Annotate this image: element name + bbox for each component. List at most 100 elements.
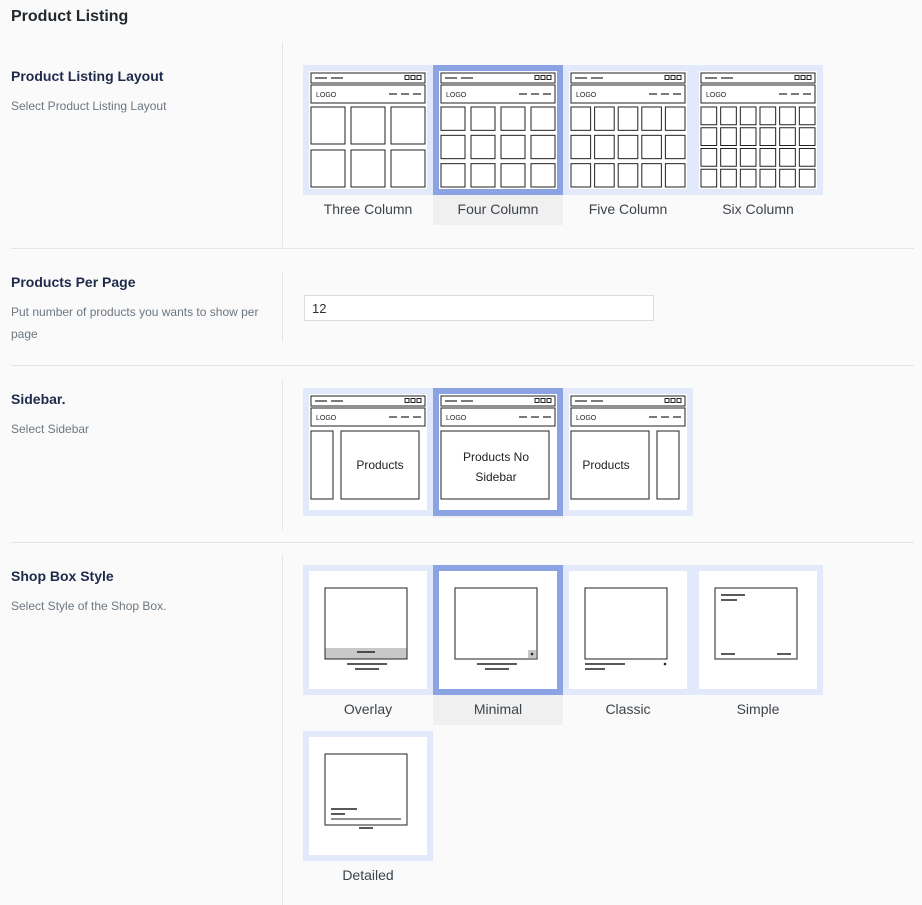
browser-bar — [570, 72, 686, 84]
product-cell — [759, 168, 777, 188]
option-thumbnail — [454, 587, 538, 670]
product-cell — [664, 134, 686, 160]
option-thumbnail: LOGO — [440, 72, 556, 188]
product-cell — [759, 127, 777, 146]
products-block — [440, 430, 550, 500]
product-cell — [530, 134, 556, 160]
sidebar-block — [310, 430, 334, 500]
option-frame — [693, 565, 823, 695]
product-cell — [390, 149, 426, 188]
browser-bar — [700, 72, 816, 84]
product-cell — [798, 127, 816, 146]
shop-box-option-classic[interactable]: Classic — [563, 565, 693, 725]
product-cell — [759, 148, 777, 167]
browser-bar — [440, 395, 556, 407]
page-title: Product Listing — [11, 8, 129, 25]
option-label: Classic — [605, 701, 651, 717]
shop-box-option-detailed[interactable]: Detailed — [303, 731, 433, 891]
shop-box-option-minimal[interactable]: Minimal — [433, 565, 563, 725]
divider-horizontal — [11, 365, 914, 366]
product-cell — [720, 127, 737, 146]
option-frame: LOGO Products — [303, 388, 433, 516]
per-page-desc: Put number of products you wants to show… — [11, 305, 259, 341]
products-text: Products No — [463, 450, 529, 464]
product-cell — [779, 106, 796, 126]
browser-bar — [440, 72, 556, 84]
per-page-label: Products Per Page — [11, 274, 136, 290]
browser-bar — [310, 395, 426, 407]
layout-option-2[interactable]: LOGO Four Column — [433, 65, 563, 225]
shop-box-option-overlay[interactable]: Overlay — [303, 565, 433, 725]
option-frame: LOGO — [563, 65, 693, 195]
option-frame: LOGO Products No Sidebar — [433, 388, 563, 516]
rating-dot — [663, 662, 667, 666]
option-thumbnail: LOGO — [700, 72, 816, 188]
option-frame: LOGO — [433, 65, 563, 195]
product-cell — [570, 106, 592, 131]
products-text: Sidebar — [475, 470, 516, 484]
option-thumbnail — [714, 587, 798, 660]
layout-option-4[interactable]: LOGO Six Column — [693, 65, 823, 225]
products-per-page-input[interactable] — [304, 295, 654, 321]
product-cell — [594, 106, 615, 131]
sidebar-option-left-sidebar[interactable]: LOGO Products — [303, 388, 433, 518]
product-cell — [617, 163, 639, 188]
image-box — [714, 587, 798, 660]
product-cell — [700, 148, 718, 167]
option-thumbnail: LOGO Products — [570, 395, 686, 500]
product-cell — [570, 163, 592, 188]
product-cell — [779, 148, 796, 167]
product-cell — [798, 106, 816, 126]
product-cell — [594, 163, 615, 188]
product-cell — [500, 134, 526, 160]
logo-text: LOGO — [446, 92, 467, 99]
layout-option-1[interactable]: LOGO Three Column — [303, 65, 433, 225]
product-cell — [350, 106, 386, 145]
product-cell — [641, 163, 662, 188]
product-cell — [739, 106, 757, 126]
option-label: Overlay — [343, 701, 393, 717]
shop-box-option-simple[interactable]: Simple — [693, 565, 823, 725]
divider-horizontal — [11, 248, 914, 249]
product-cell — [700, 127, 718, 146]
product-cell — [617, 134, 639, 160]
cart-dot — [530, 652, 534, 656]
option-label: Three Column — [323, 201, 413, 217]
product-cell — [641, 134, 662, 160]
product-cell — [440, 163, 466, 188]
layout-option-3[interactable]: LOGO Five Column — [563, 65, 693, 225]
sidebar-desc: Select Sidebar — [11, 422, 90, 436]
shop-box-desc: Select Style of the Shop Box. — [11, 599, 167, 613]
product-cell — [440, 106, 466, 131]
product-cell — [779, 127, 796, 146]
product-cell — [720, 168, 737, 188]
option-thumbnail: LOGO Products — [310, 395, 426, 500]
sidebar-option-right-sidebar[interactable]: LOGO Products — [563, 388, 693, 518]
product-cell — [310, 106, 346, 145]
option-frame — [303, 731, 433, 861]
option-frame — [303, 565, 433, 695]
product-cell — [530, 106, 556, 131]
option-label: Four Column — [457, 201, 539, 217]
product-cell — [739, 127, 757, 146]
product-cell — [664, 106, 686, 131]
product-cell — [739, 168, 757, 188]
product-cell — [798, 168, 816, 188]
sidebar-option-no-sidebar[interactable]: LOGO Products No Sidebar — [433, 388, 563, 518]
logo-text: LOGO — [706, 92, 727, 99]
option-frame — [563, 565, 693, 695]
product-cell — [700, 106, 718, 126]
shop-box-label: Shop Box Style — [11, 568, 114, 584]
option-thumbnail — [324, 587, 408, 670]
option-label: Five Column — [588, 201, 668, 217]
option-label: Detailed — [342, 867, 394, 883]
product-cell — [641, 106, 662, 131]
product-cell — [779, 168, 796, 188]
option-thumbnail: LOGO — [310, 72, 426, 188]
option-label: Six Column — [722, 201, 794, 217]
option-frame — [433, 565, 563, 695]
product-cell — [798, 148, 816, 167]
product-cell — [700, 168, 718, 188]
option-label: Minimal — [473, 701, 523, 717]
product-cell — [739, 148, 757, 167]
